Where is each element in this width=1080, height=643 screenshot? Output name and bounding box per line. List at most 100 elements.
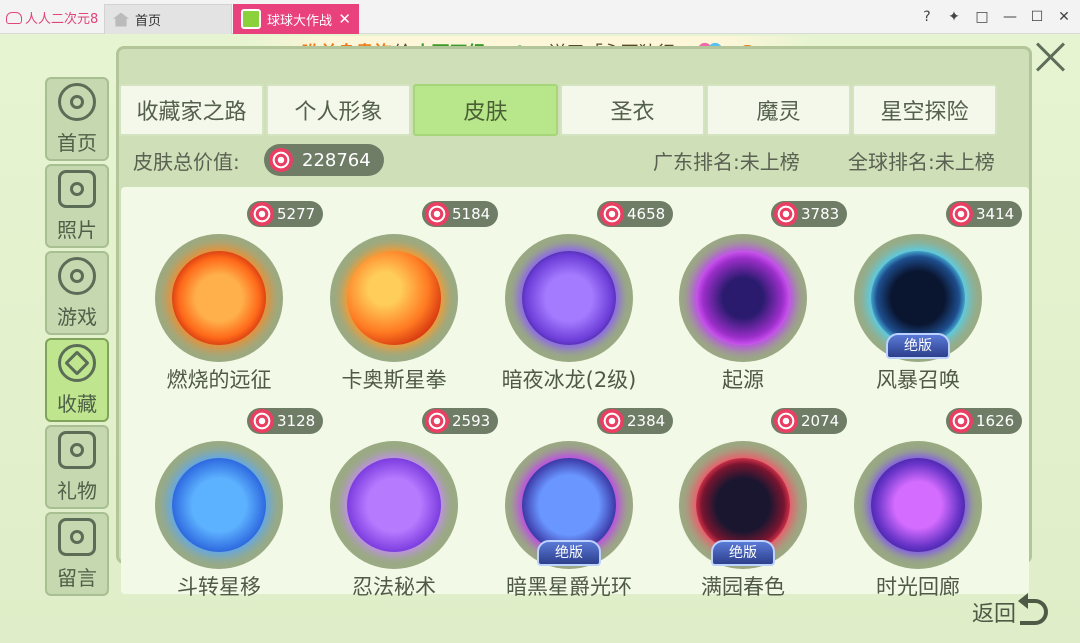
limited-edition-badge: 绝版	[886, 333, 950, 359]
tab-spirits[interactable]: 魔灵	[706, 84, 851, 136]
candy-currency-icon	[425, 409, 449, 433]
candy-currency-icon	[774, 409, 798, 433]
skin-price: 5184	[422, 201, 499, 227]
total-value-label: 皮肤总价值:	[133, 150, 240, 174]
skin-card[interactable]: 5184 卡奥斯星拳	[322, 201, 499, 392]
rank-global: 全球排名:未上榜	[848, 150, 995, 174]
skin-name: 起源	[722, 368, 764, 392]
candy-currency-icon	[600, 202, 624, 226]
skin-price: 3414	[946, 201, 1023, 227]
nav-home[interactable]: 首页	[45, 77, 109, 161]
skin-price: 2593	[422, 408, 499, 434]
pin-icon[interactable]: ✦	[945, 8, 963, 26]
skin-price: 3128	[247, 408, 324, 434]
game-icon	[241, 9, 261, 29]
skin-orb-image	[347, 251, 441, 345]
nav-collection[interactable]: 收藏	[45, 338, 109, 422]
close-panel-icon[interactable]	[1034, 40, 1068, 74]
skin-price: 4658	[597, 201, 674, 227]
skin-card[interactable]: 5277 燃烧的远征	[147, 201, 324, 392]
skin-orb-image	[871, 458, 965, 552]
skin-name: 风暴召唤	[876, 368, 960, 392]
skin-price-value: 5277	[277, 205, 316, 223]
skin-name: 满园春色	[701, 575, 785, 599]
skin-price: 2074	[771, 408, 848, 434]
tab-collector-road[interactable]: 收藏家之路	[119, 84, 264, 136]
brand-logo-icon	[6, 11, 22, 24]
candy-currency-icon	[425, 202, 449, 226]
tab-home-label: 首页	[135, 14, 162, 29]
skin-card[interactable]: 绝版 2074 满园春色	[671, 408, 848, 599]
back-button[interactable]: 返回	[972, 593, 1049, 628]
tab-game-label: 球球大作战	[267, 13, 333, 29]
candy-currency-icon	[600, 409, 624, 433]
gem-icon	[58, 343, 96, 382]
skin-name: 暗黑星爵光环	[506, 575, 632, 599]
skin-price-value: 2074	[801, 412, 840, 430]
limited-edition-badge: 绝版	[537, 540, 601, 566]
skin-price: 2384	[597, 408, 674, 434]
candy-currency-icon	[949, 202, 973, 226]
nav-photos[interactable]: 照片	[45, 164, 109, 248]
nav-messages[interactable]: 留言	[45, 512, 109, 596]
skin-card[interactable]: 3128 斗转星移	[147, 408, 324, 599]
skin-card[interactable]: 1626 时光回廊	[846, 408, 1023, 599]
skin-orb-image	[347, 458, 441, 552]
skin-orb-image	[696, 251, 790, 345]
browser-tab-game[interactable]: 球球大作战 ✕	[233, 4, 359, 34]
browser-brand[interactable]: 人人二次元8	[6, 8, 98, 27]
tab-close-icon[interactable]: ✕	[338, 10, 351, 28]
help-icon[interactable]: ?	[918, 8, 936, 26]
candy-currency-icon	[774, 202, 798, 226]
skin-card[interactable]: 绝版 3414 风暴召唤	[846, 201, 1023, 392]
skin-price-value: 3414	[976, 205, 1015, 223]
skin-card[interactable]: 3783 起源	[671, 201, 848, 392]
nav-label: 游戏	[57, 304, 97, 329]
minimize-icon[interactable]: —	[1001, 8, 1019, 26]
stats-bar: 皮肤总价值: 228764 广东排名:未上榜 全球排名:未上榜	[133, 144, 1013, 176]
atom-icon	[58, 256, 96, 295]
nav-gifts[interactable]: 礼物	[45, 425, 109, 509]
return-arrow-icon	[1018, 593, 1049, 625]
skin-card[interactable]: 2593 忍法秘术	[322, 408, 499, 599]
skin-name: 忍法秘术	[352, 575, 436, 599]
person-icon	[58, 82, 96, 121]
skin-name: 斗转星移	[177, 575, 261, 599]
brand-name: 人人二次元8	[25, 12, 99, 27]
candy-currency-icon	[269, 148, 293, 172]
browser-tab-home[interactable]: 首页	[104, 4, 232, 34]
photo-icon	[58, 169, 96, 208]
skin-card[interactable]: 4658 暗夜冰龙(2级)	[497, 201, 674, 392]
skin-card[interactable]: 绝版 2384 暗黑星爵光环	[497, 408, 674, 599]
skin-price-value: 2384	[627, 412, 666, 430]
skin-name: 卡奥斯星拳	[341, 368, 447, 392]
maximize-icon[interactable]: ☐	[1028, 8, 1046, 26]
total-value: 228764	[302, 149, 371, 171]
gift-icon	[58, 430, 96, 469]
nav-label: 留言	[57, 565, 97, 590]
skin-orb-image	[696, 458, 790, 552]
skin-price-value: 3783	[801, 205, 840, 223]
skin-price-value: 4658	[627, 205, 666, 223]
tab-armor[interactable]: 圣衣	[560, 84, 705, 136]
skin-price: 1626	[946, 408, 1023, 434]
nav-label: 首页	[57, 130, 97, 155]
skin-name: 暗夜冰龙(2级)	[501, 368, 637, 392]
nav-label: 收藏	[57, 391, 97, 416]
skin-price-value: 1626	[976, 412, 1015, 430]
total-value-pill: 228764	[264, 144, 384, 176]
skin-orb-image	[172, 251, 266, 345]
restore-icon[interactable]: □	[973, 8, 991, 26]
home-icon	[113, 12, 129, 27]
tab-skins[interactable]: 皮肤	[413, 84, 558, 136]
window-close-icon[interactable]: ✕	[1055, 8, 1073, 26]
candy-currency-icon	[250, 202, 274, 226]
nav-games[interactable]: 游戏	[45, 251, 109, 335]
skin-orb-image	[172, 458, 266, 552]
message-icon	[58, 517, 96, 556]
skin-price-value: 5184	[452, 205, 491, 223]
tab-avatar[interactable]: 个人形象	[266, 84, 411, 136]
skin-price: 3783	[771, 201, 848, 227]
limited-edition-badge: 绝版	[711, 540, 775, 566]
tab-star-explore[interactable]: 星空探险	[852, 84, 997, 136]
